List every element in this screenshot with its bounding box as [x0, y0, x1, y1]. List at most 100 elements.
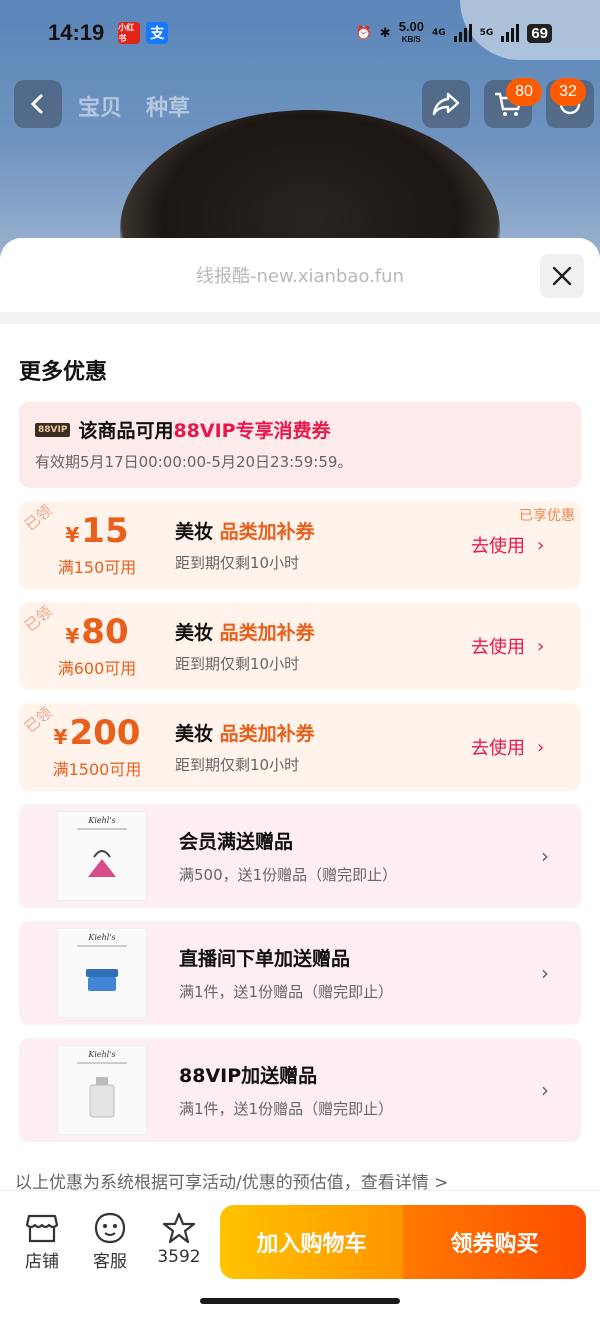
vip-text: 该商品可用88VIP专享消费券	[78, 416, 330, 443]
close-button[interactable]	[540, 254, 584, 298]
chevron-right-icon[interactable]: ›	[509, 961, 581, 985]
gift-brand: Kiehl's	[88, 816, 116, 825]
coupon-info: 美妆 品类加补券 距到期仅剩10小时	[175, 719, 471, 775]
chevron-right-icon[interactable]: ›	[509, 844, 581, 868]
shop-label: 店铺	[25, 1252, 59, 1272]
net-type-2: 5G	[479, 28, 494, 38]
add-to-cart-button[interactable]: 加入购物车	[220, 1205, 403, 1279]
buy-with-coupon-button[interactable]: 领券购买	[403, 1205, 586, 1279]
amount: 200	[69, 713, 141, 753]
gift-brand: Kiehl's	[88, 933, 116, 942]
use-label: 去使用	[471, 637, 525, 658]
coupon-title-prefix: 美妆	[175, 723, 220, 745]
coupon-condition: 满600可用	[57, 659, 137, 678]
gift-thumbnail: Kiehl's	[57, 811, 147, 901]
cart-button[interactable]: 80	[484, 78, 542, 128]
status-time: 14:19	[48, 20, 105, 45]
vip-tag: 88VIP	[35, 422, 71, 437]
coupon-title-prefix: 美妆	[175, 622, 220, 644]
service-label: 客服	[93, 1252, 127, 1272]
vip-prefix: 该商品可用	[78, 420, 174, 442]
use-coupon-button[interactable]: 去使用 ›	[471, 532, 581, 558]
vip-coupon-card[interactable]: 88VIP 该商品可用88VIP专享消费券 有效期5月17日00:00:00-5…	[19, 402, 581, 488]
message-badge: 32	[550, 78, 586, 106]
cart-badge: 80	[506, 78, 542, 106]
service-button[interactable]: 客服	[78, 1209, 142, 1272]
bottle-icon	[89, 1077, 115, 1118]
status-right: ⏰ ✱ 5.00 KB/S 4G 5G 69	[355, 19, 552, 45]
bluetooth-icon: ✱	[379, 25, 391, 41]
gift-info: 88VIP加送赠品 满1件，送1份赠品（赠完即止）	[179, 1061, 509, 1119]
chevron-right-icon: ›	[537, 635, 545, 657]
nav-tabs: 宝贝 种草	[78, 90, 190, 122]
gift-info: 会员满送赠品 满500，送1份赠品（赠完即止）	[179, 827, 509, 885]
enjoyed-badge: 已享优惠	[519, 508, 575, 524]
section-title: 更多优惠	[19, 360, 108, 385]
gift-thumb-line	[77, 1062, 127, 1064]
jar-icon	[86, 969, 118, 991]
gift-condition: 满1件，送1份赠品（赠完即止）	[179, 983, 394, 1001]
use-coupon-button[interactable]: 去使用 ›	[471, 734, 581, 760]
coupon-card[interactable]: 已领 已享优惠 ¥15 满150可用 美妆 品类加补券 距到期仅剩10小时 去使…	[19, 501, 581, 589]
back-button[interactable]	[14, 80, 62, 128]
message-button[interactable]: 32	[546, 78, 594, 128]
gift-card[interactable]: Kiehl's 会员满送赠品 满500，送1份赠品（赠完即止） ›	[19, 804, 581, 908]
xiaohongshu-icon: 小红书	[118, 22, 141, 44]
signal-icon-2	[501, 24, 520, 42]
vip-highlight: 88VIP专享消费券	[173, 420, 331, 442]
gift-condition: 满500，送1份赠品（赠完即止）	[179, 866, 398, 884]
favorite-button[interactable]: 3592	[147, 1209, 211, 1267]
gift-card[interactable]: Kiehl's 88VIP加送赠品 满1件，送1份赠品（赠完即止） ›	[19, 1038, 581, 1142]
gift-title: 会员满送赠品	[179, 831, 294, 853]
amount: 80	[81, 612, 129, 652]
gift-info: 直播间下单加送赠品 满1件，送1份赠品（赠完即止）	[179, 944, 509, 1002]
tab-grass[interactable]: 种草	[146, 90, 190, 122]
coupon-title: 美妆 品类加补券	[175, 517, 471, 544]
watermark: 线报酷-new.xianbao.fun	[196, 266, 404, 287]
chevron-right-icon: ›	[537, 534, 545, 556]
gift-thumbnail: Kiehl's	[57, 1045, 147, 1135]
gift-card[interactable]: Kiehl's 直播间下单加送赠品 满1件，送1份赠品（赠完即止） ›	[19, 921, 581, 1025]
coupon-expiry: 距到期仅剩10小时	[175, 554, 300, 572]
chevron-right-icon[interactable]: ›	[509, 1078, 581, 1102]
status-bar: 14:19 小红书 支 ⏰ ✱ 5.00 KB/S 4G 5G 69	[0, 0, 600, 66]
battery-icon: 69	[527, 23, 552, 43]
speed-value: 5.00	[398, 19, 424, 34]
coupon-card[interactable]: 已领 ¥80 满600可用 美妆 品类加补券 距到期仅剩10小时 去使用 ›	[19, 602, 581, 690]
sheet-content: 更多优惠 88VIP 该商品可用88VIP专享消费券 有效期5月17日00:00…	[0, 324, 600, 1193]
currency: ¥	[65, 624, 80, 648]
signal-icon	[453, 24, 472, 42]
coupon-title-highlight: 品类加补券	[219, 622, 315, 644]
coupon-card[interactable]: 已领 ¥200 满1500可用 美妆 品类加补券 距到期仅剩10小时 去使用 ›	[19, 703, 581, 791]
gift-title: 88VIP加送赠品	[179, 1065, 318, 1087]
discount-sheet: 线报酷-new.xianbao.fun 更多优惠 88VIP 该商品可用88VI…	[0, 238, 600, 1318]
alarm-icon: ⏰	[355, 25, 372, 41]
share-button[interactable]	[422, 80, 470, 128]
star-icon	[147, 1209, 211, 1247]
use-coupon-button[interactable]: 去使用 ›	[471, 633, 581, 659]
gift-thumb-line	[77, 828, 127, 830]
use-label: 去使用	[471, 738, 525, 759]
home-indicator[interactable]	[200, 1298, 400, 1304]
coupon-title-highlight: 品类加补券	[219, 723, 315, 745]
gift-title: 直播间下单加送赠品	[179, 948, 351, 970]
amount: 15	[81, 511, 129, 551]
gift-thumb-line	[77, 945, 127, 947]
close-icon	[552, 266, 572, 286]
coupon-condition: 满150可用	[57, 558, 137, 577]
shop-button[interactable]: 店铺	[10, 1209, 74, 1272]
tab-item[interactable]: 宝贝	[78, 90, 122, 122]
gift-thumbnail: Kiehl's	[57, 928, 147, 1018]
gift-brand: Kiehl's	[88, 1050, 116, 1059]
coupon-info: 美妆 品类加补券 距到期仅剩10小时	[175, 517, 471, 573]
chevron-left-icon	[30, 94, 43, 114]
use-label: 去使用	[471, 536, 525, 557]
top-nav: 宝贝 种草 80 32	[0, 78, 600, 130]
sheet-header: 线报酷-new.xianbao.fun	[0, 238, 600, 312]
currency: ¥	[53, 725, 68, 749]
coupon-title: 美妆 品类加补券	[175, 618, 471, 645]
coupon-info: 美妆 品类加补券 距到期仅剩10小时	[175, 618, 471, 674]
chevron-right-icon: ›	[537, 736, 545, 758]
bag-icon	[88, 850, 116, 877]
speed-unit: KB/S	[401, 35, 421, 44]
